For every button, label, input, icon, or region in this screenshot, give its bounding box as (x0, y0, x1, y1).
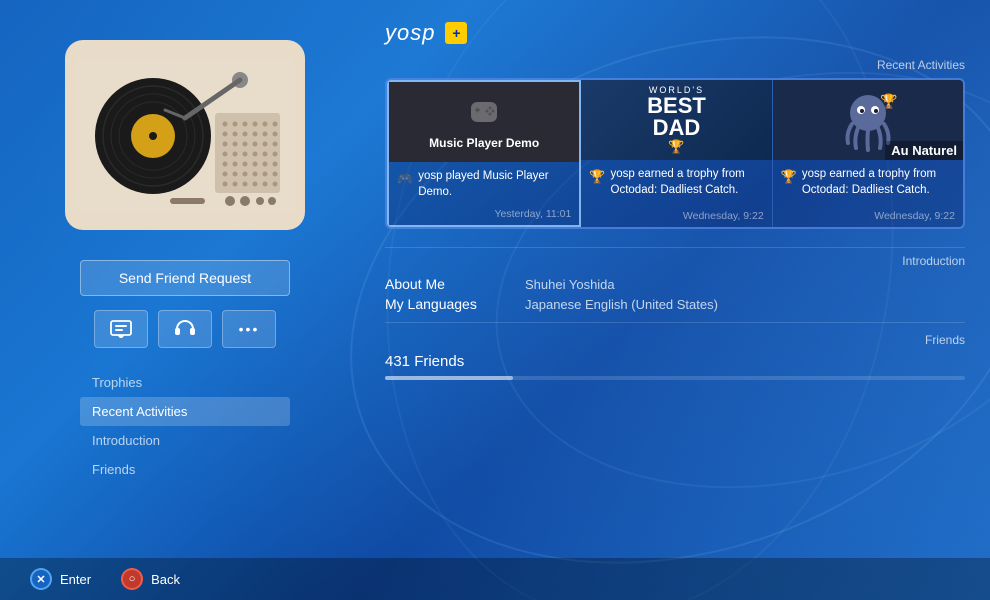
back-action[interactable]: ○ Back (121, 568, 180, 590)
activity-text-music: yosp played Music Player Demo. (418, 169, 571, 200)
worlds-best-content: WORLD'S BESTDAD 🏆 (647, 80, 706, 160)
activity-thumb-music: Music Player Demo (389, 82, 579, 162)
username: yosp (385, 20, 435, 46)
turntable-illustration (75, 58, 295, 213)
headset-icon (174, 319, 196, 339)
wb-trophy-icon: 🏆 (668, 139, 684, 155)
avatar (65, 40, 305, 230)
nav-item-friends[interactable]: Friends (80, 455, 290, 484)
about-me-row: About Me Shuhei Yoshida (385, 276, 965, 292)
about-me-value: Shuhei Yoshida (525, 277, 615, 292)
trophy-icon-worlds: 🏆 (589, 168, 605, 186)
languages-value: Japanese English (United States) (525, 297, 718, 312)
enter-action[interactable]: ✕ Enter (30, 568, 91, 590)
svg-text:🏆: 🏆 (880, 93, 898, 110)
activity-thumb-worldsbest: WORLD'S BESTDAD 🏆 (581, 80, 771, 160)
headset-button[interactable] (158, 310, 212, 348)
left-panel: Send Friend Request ••• (0, 0, 370, 600)
send-friend-request-button[interactable]: Send Friend Request (80, 260, 290, 296)
friends-count: 431 Friends (385, 353, 965, 370)
activities-container: Music Player Demo 🎮 yosp played Music Pl… (385, 78, 965, 229)
trophy-icon-naturel: 🏆 (781, 168, 797, 186)
activity-desc-worlds: 🏆 yosp earned a trophy from Octodad: Dad… (589, 167, 763, 198)
activity-card-au-naturel[interactable]: 🏆 Au Naturel 🏆 yosp earned a trophy from… (773, 80, 963, 227)
message-button[interactable] (94, 310, 148, 348)
message-icon (110, 320, 132, 338)
main-content: Send Friend Request ••• (0, 0, 990, 600)
friends-section: Friends 431 Friends (385, 333, 965, 380)
activity-body-worlds: 🏆 yosp earned a trophy from Octodad: Dad… (581, 160, 771, 206)
circle-icon: ○ (129, 573, 136, 585)
friends-bar-fill (385, 376, 513, 380)
game-controller-icon (465, 94, 503, 132)
activity-body-naturel: 🏆 yosp earned a trophy from Octodad: Dad… (773, 160, 963, 206)
back-button[interactable]: ○ (121, 568, 143, 590)
bottom-bar: ✕ Enter ○ Back (0, 558, 990, 600)
friends-divider (385, 322, 965, 323)
nav-item-recent-activities[interactable]: Recent Activities (80, 397, 290, 426)
more-options-button[interactable]: ••• (222, 310, 276, 348)
activity-body-music: 🎮 yosp played Music Player Demo. (389, 162, 579, 204)
intro-divider (385, 247, 965, 248)
username-row: yosp + (385, 20, 965, 46)
activity-time-music: Yesterday, 11:01 (389, 204, 579, 225)
activity-time-naturel: Wednesday, 9:22 (773, 206, 963, 227)
controller-icon: 🎮 (397, 170, 413, 188)
activity-card-music-player[interactable]: Music Player Demo 🎮 yosp played Music Pl… (387, 80, 581, 227)
nav-menu: Trophies Recent Activities Introduction … (80, 368, 290, 484)
enter-button[interactable]: ✕ (30, 568, 52, 590)
activity-desc-naturel: 🏆 yosp earned a trophy from Octodad: Dad… (781, 167, 955, 198)
nav-item-trophies[interactable]: Trophies (80, 368, 290, 397)
music-card-title: Music Player Demo (424, 136, 544, 150)
activity-thumb-naturel: 🏆 Au Naturel (773, 80, 963, 160)
back-label: Back (151, 572, 180, 587)
introduction-label: Introduction (385, 254, 965, 268)
profile-info: About Me Shuhei Yoshida My Languages Jap… (385, 276, 965, 312)
nav-item-introduction[interactable]: Introduction (80, 426, 290, 455)
music-card-content: Music Player Demo (424, 82, 544, 162)
au-naturel-title-overlay: Au Naturel (885, 141, 963, 160)
languages-row: My Languages Japanese English (United St… (385, 296, 965, 312)
activity-text-worlds: yosp earned a trophy from Octodad: Dadli… (611, 167, 764, 198)
more-dots-icon: ••• (239, 321, 260, 337)
about-me-key: About Me (385, 276, 495, 292)
activity-time-worlds: Wednesday, 9:22 (581, 206, 771, 227)
wb-best-dad-text: BESTDAD (647, 95, 706, 139)
activity-text-naturel: yosp earned a trophy from Octodad: Dadli… (802, 167, 955, 198)
right-panel: yosp + Recent Activities (370, 0, 990, 600)
action-icons-row: ••• (94, 310, 276, 348)
activity-card-worlds-best[interactable]: WORLD'S BESTDAD 🏆 🏆 yosp earned a trophy… (581, 80, 772, 227)
friends-bar-background (385, 376, 965, 380)
activity-desc-music: 🎮 yosp played Music Player Demo. (397, 169, 571, 200)
languages-key: My Languages (385, 296, 495, 312)
enter-label: Enter (60, 572, 91, 587)
friends-section-label: Friends (385, 333, 965, 347)
recent-activities-label: Recent Activities (385, 58, 965, 72)
cross-icon: ✕ (36, 573, 45, 586)
ps-plus-badge: + (445, 22, 467, 44)
